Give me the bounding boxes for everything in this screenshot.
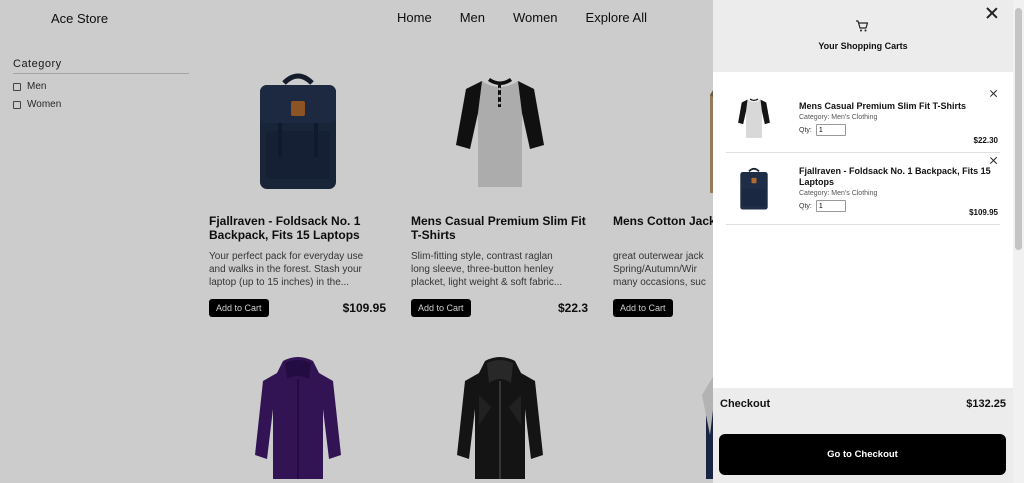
cart-item-info: Mens Casual Premium Slim Fit T-Shirts Ca…	[799, 101, 999, 136]
cart-items-list: Mens Casual Premium Slim Fit T-Shirts Ca…	[726, 80, 1000, 225]
cart-footer: Checkout $132.25 Go to Checkout	[713, 388, 1013, 483]
cart-drawer: Your Shopping Carts Mens Casual Premium …	[713, 0, 1013, 483]
page-scrollbar[interactable]	[1013, 0, 1024, 483]
cart-item: Mens Casual Premium Slim Fit T-Shirts Ca…	[726, 80, 1000, 153]
cart-icon	[856, 20, 869, 32]
cart-item-title: Fjallraven - Foldsack No. 1 Backpack, Fi…	[799, 166, 991, 187]
cart-item-category: Category: Men's Clothing	[799, 114, 878, 121]
qty-label: Qty:	[799, 126, 812, 134]
modal-overlay[interactable]	[0, 0, 713, 483]
scroll-thumb[interactable]	[1015, 8, 1022, 250]
remove-item-icon[interactable]	[989, 89, 998, 98]
qty-input[interactable]	[815, 200, 846, 212]
go-to-checkout-button[interactable]: Go to Checkout	[719, 434, 1006, 475]
qty-label: Qty:	[799, 202, 812, 210]
cart-item-category: Category: Men's Clothing	[799, 190, 878, 197]
cart-title: Your Shopping Carts	[818, 41, 908, 51]
qty-input[interactable]	[815, 124, 846, 136]
cart-item-info: Fjallraven - Foldsack No. 1 Backpack, Fi…	[799, 166, 999, 212]
cart-item-title: Mens Casual Premium Slim Fit T-Shirts	[799, 101, 967, 111]
cart-item: Fjallraven - Foldsack No. 1 Backpack, Fi…	[726, 153, 1000, 225]
close-icon[interactable]	[985, 6, 999, 20]
cart-header: Your Shopping Carts	[713, 0, 1013, 72]
cart-item-price: $22.30	[973, 136, 998, 145]
backpack-icon	[740, 167, 768, 210]
cart-total: $132.25	[966, 398, 1006, 410]
shirt-icon	[738, 98, 770, 138]
cart-item-price: $109.95	[969, 208, 998, 217]
qty-row: Qty:	[799, 124, 999, 136]
checkout-label: Checkout	[720, 398, 771, 410]
remove-item-icon[interactable]	[989, 156, 998, 165]
